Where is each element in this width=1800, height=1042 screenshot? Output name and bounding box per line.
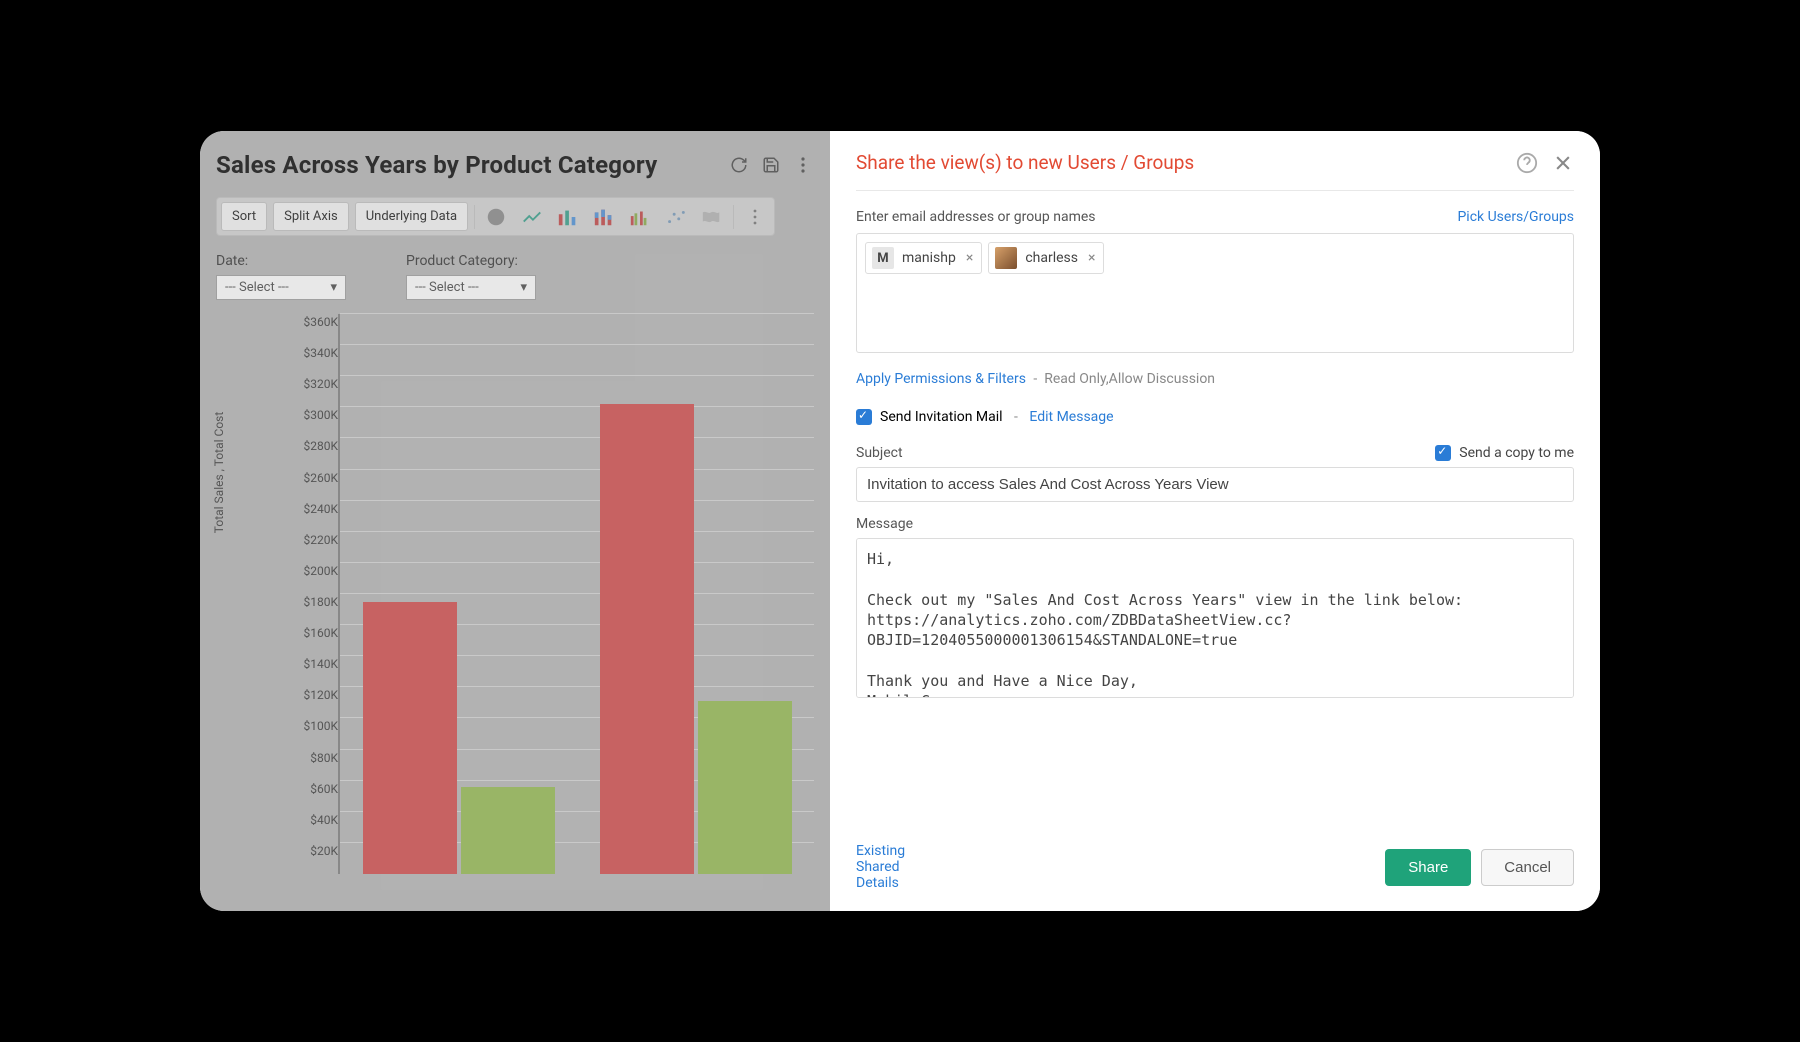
- recipient-name: manishp: [902, 250, 956, 266]
- bar[interactable]: [461, 787, 555, 874]
- chevron-down-icon: ▾: [330, 280, 337, 295]
- existing-shared-link[interactable]: Existing Shared Details: [856, 843, 905, 891]
- bar-chart-icon[interactable]: [553, 204, 583, 230]
- share-button[interactable]: Share: [1385, 849, 1471, 886]
- y-tick: $80K: [310, 751, 338, 765]
- send-invitation-label: Send Invitation Mail: [880, 409, 1003, 425]
- bar[interactable]: [363, 602, 457, 874]
- sort-button[interactable]: Sort: [221, 202, 267, 231]
- recipient-chip: Mmanishp ×: [865, 242, 982, 274]
- date-filter-select[interactable]: --- Select --- ▾: [216, 275, 346, 300]
- y-tick: $40K: [310, 813, 338, 827]
- split-axis-button[interactable]: Split Axis: [273, 202, 349, 231]
- save-icon[interactable]: [760, 154, 782, 176]
- recipient-chip: charless ×: [988, 242, 1104, 274]
- cancel-button[interactable]: Cancel: [1481, 849, 1574, 886]
- scatter-chart-icon[interactable]: [661, 204, 691, 230]
- y-tick: $220K: [303, 533, 338, 547]
- remove-chip-icon[interactable]: ×: [964, 250, 975, 266]
- category-filter-select[interactable]: --- Select --- ▾: [406, 275, 536, 300]
- email-input-label: Enter email addresses or group names: [856, 209, 1096, 225]
- recipient-name: charless: [1025, 250, 1078, 266]
- edit-message-link[interactable]: Edit Message: [1029, 409, 1113, 425]
- avatar: [995, 247, 1017, 269]
- date-filter-label: Date:: [216, 253, 248, 269]
- y-tick: $200K: [303, 564, 338, 578]
- remove-chip-icon[interactable]: ×: [1086, 250, 1097, 266]
- refresh-icon[interactable]: [728, 154, 750, 176]
- share-pane: Share the view(s) to new Users / Groups …: [830, 131, 1600, 911]
- stacked-bar-icon[interactable]: [589, 204, 619, 230]
- subject-label: Subject: [856, 445, 903, 461]
- subject-input[interactable]: [856, 467, 1574, 502]
- y-tick: $360K: [303, 315, 338, 329]
- chart-toolbar: Sort Split Axis Underlying Data: [216, 197, 775, 236]
- share-dialog-title: Share the view(s) to new Users / Groups: [856, 151, 1502, 174]
- category-filter-label: Product Category:: [406, 253, 518, 269]
- map-chart-icon[interactable]: [697, 204, 727, 230]
- message-textarea[interactable]: [856, 538, 1574, 698]
- recipients-input[interactable]: Mmanishp × charless ×: [856, 233, 1574, 353]
- chart-pane: Sales Across Years by Product Category S…: [200, 131, 830, 911]
- line-chart-icon[interactable]: [517, 204, 547, 230]
- message-label: Message: [856, 516, 1574, 532]
- help-icon[interactable]: [1516, 152, 1538, 174]
- bar[interactable]: [600, 404, 694, 874]
- y-tick: $100K: [303, 719, 338, 733]
- y-tick: $300K: [303, 408, 338, 422]
- more-icon[interactable]: [792, 154, 814, 176]
- send-copy-checkbox[interactable]: [1435, 445, 1451, 461]
- pick-users-link[interactable]: Pick Users/Groups: [1457, 209, 1574, 225]
- y-axis-label: Total Sales , Total Cost: [212, 412, 226, 534]
- chevron-down-icon: ▾: [520, 280, 527, 295]
- toolbar-more-icon[interactable]: [740, 204, 770, 230]
- y-tick: $60K: [310, 782, 338, 796]
- grouped-bar-icon[interactable]: [625, 204, 655, 230]
- close-icon[interactable]: [1552, 152, 1574, 174]
- send-copy-label: Send a copy to me: [1459, 445, 1574, 461]
- y-tick: $320K: [303, 377, 338, 391]
- avatar: M: [872, 247, 894, 269]
- y-tick: $140K: [303, 657, 338, 671]
- underlying-data-button[interactable]: Underlying Data: [355, 202, 468, 231]
- bar[interactable]: [698, 701, 792, 874]
- apply-permissions-link[interactable]: Apply Permissions & Filters: [856, 371, 1026, 387]
- y-tick: $260K: [303, 471, 338, 485]
- y-tick: $240K: [303, 502, 338, 516]
- y-tick: $180K: [303, 595, 338, 609]
- y-tick: $120K: [303, 688, 338, 702]
- y-tick: $280K: [303, 439, 338, 453]
- chart-title: Sales Across Years by Product Category: [216, 151, 718, 179]
- send-invitation-checkbox[interactable]: [856, 409, 872, 425]
- chart-canvas: Total Sales , Total Cost $360K$340K$320K…: [216, 314, 814, 874]
- y-tick: $20K: [310, 844, 338, 858]
- y-tick: $340K: [303, 346, 338, 360]
- permissions-summary: Read Only,Allow Discussion: [1044, 371, 1215, 387]
- pie-chart-icon[interactable]: [481, 204, 511, 230]
- y-tick: $160K: [303, 626, 338, 640]
